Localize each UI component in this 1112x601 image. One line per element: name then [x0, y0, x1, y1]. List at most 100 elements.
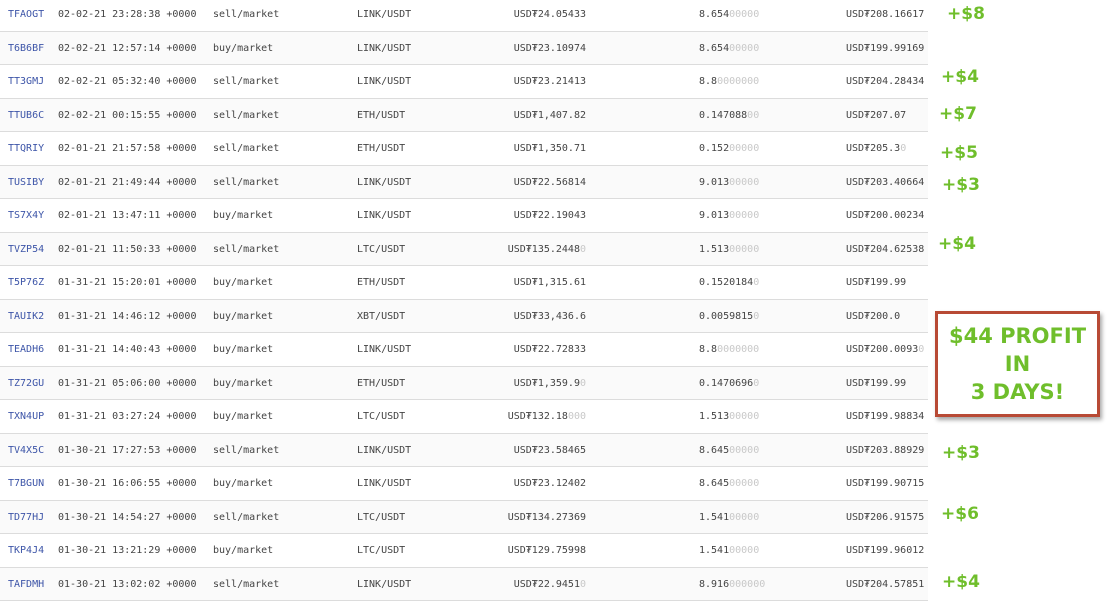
trade-pair-value: ETH/USDT — [357, 143, 405, 154]
trade-total-value: USD₮204.62538 — [846, 244, 924, 255]
trade-type: buy/market — [213, 266, 273, 299]
trade-amount-value: 8.654 — [699, 9, 729, 20]
trade-id-link-value[interactable]: TTQRIY — [8, 143, 44, 154]
trade-pair-value: LINK/USDT — [357, 177, 411, 188]
trade-id-link-value[interactable]: TTUB6C — [8, 110, 44, 121]
trade-price: USD₮22.19043 — [514, 199, 586, 232]
trade-id-link[interactable]: TTUB6C — [8, 99, 44, 132]
trade-id-link-value[interactable]: TV4X5C — [8, 445, 44, 456]
trade-type: sell/market — [213, 132, 279, 165]
trade-id-link[interactable]: TV4X5C — [8, 434, 44, 467]
trade-id-link[interactable]: TFAOGT — [8, 0, 44, 31]
trade-id-link-value[interactable]: TUSIBY — [8, 177, 44, 188]
trade-date: 01-31-21 14:40:43 +0000 — [58, 333, 196, 366]
trade-id-link[interactable]: TXN4UP — [8, 400, 44, 433]
trade-amount-trailing-zeros: 00000 — [729, 43, 759, 54]
trade-id-link[interactable]: TUSIBY — [8, 166, 44, 199]
trade-id-link-value[interactable]: TAUIK2 — [8, 311, 44, 322]
trade-type-value: sell/market — [213, 143, 279, 154]
trade-amount: 8.64500000 — [699, 467, 759, 500]
trade-id-link-value[interactable]: TKP4J4 — [8, 545, 44, 556]
trade-id-link-value[interactable]: T5P76Z — [8, 277, 44, 288]
trade-price-value: USD₮1,315.61 — [514, 277, 586, 288]
trade-id-link-value[interactable]: TVZP54 — [8, 244, 44, 255]
trade-date: 01-31-21 15:20:01 +0000 — [58, 266, 196, 299]
trade-date-value: 01-31-21 15:20:01 +0000 — [58, 277, 196, 288]
trade-type-value: buy/market — [213, 344, 273, 355]
trade-date: 01-30-21 17:27:53 +0000 — [58, 434, 196, 467]
trade-id-link-value[interactable]: TEADH6 — [8, 344, 44, 355]
trade-amount: 0.15201840 — [699, 266, 759, 299]
trade-amount-value: 0.1520184 — [699, 277, 753, 288]
trade-date-value: 02-01-21 21:49:44 +0000 — [58, 177, 196, 188]
table-row: TEADH6 01-31-21 14:40:43 +0000 buy/market L… — [0, 333, 928, 367]
trade-price-value: USD₮132.18 — [508, 411, 568, 422]
trade-price-value: USD₮135.2448 — [508, 244, 580, 255]
trade-price-value: USD₮1,350.71 — [514, 143, 586, 154]
trade-price: USD₮1,315.61 — [514, 266, 586, 299]
trade-amount-trailing-zeros: 000000 — [729, 579, 765, 590]
trade-price-value: USD₮1,359.9 — [514, 378, 580, 389]
trade-price: USD₮23.10974 — [514, 32, 586, 65]
trade-total: USD₮199.96012 — [846, 534, 924, 567]
trade-id-link-value[interactable]: T7BGUN — [8, 478, 44, 489]
trade-date: 02-01-21 21:57:58 +0000 — [58, 132, 196, 165]
trade-total: USD₮208.16617 — [846, 0, 924, 31]
table-row: T6B6BF02-02-21 12:57:14 +0000buy/marketL… — [0, 32, 928, 66]
trade-id-link[interactable]: T5P76Z — [8, 266, 44, 299]
trade-pair: XBT/USDT — [357, 300, 405, 333]
trade-amount: 1.54100000 — [699, 534, 759, 567]
trade-amount-trailing-zeros: 00000 — [729, 478, 759, 489]
profit-label: +$4 — [938, 234, 976, 254]
trade-pair-value: ETH/USDT — [357, 378, 405, 389]
trade-pair-value: LINK/USDT — [357, 210, 411, 221]
trade-id-link[interactable]: TTQRIY — [8, 132, 44, 165]
trade-date: 02-01-21 21:49:44 +0000 — [58, 166, 196, 199]
trade-date: 02-02-21 05:32:40 +0000 — [58, 65, 196, 98]
profit-label: +$6 — [941, 504, 979, 524]
trade-pair-value: LTC/USDT — [357, 244, 405, 255]
trade-total-trailing-zeros: 0 — [918, 344, 924, 355]
trade-type-value: sell/market — [213, 177, 279, 188]
trade-id-link[interactable]: TEADH6 — [8, 333, 44, 366]
profit-label: +$3 — [942, 443, 980, 463]
trade-id-link[interactable]: TD77HJ — [8, 501, 44, 534]
trade-id-link[interactable]: TKP4J4 — [8, 534, 44, 567]
trade-total-value: USD₮200.00234 — [846, 210, 924, 221]
trade-type: buy/market — [213, 367, 273, 400]
trade-id-link-value[interactable]: T6B6BF — [8, 43, 44, 54]
trade-id-link[interactable]: TAUIK2 — [8, 300, 44, 333]
trade-amount-value: 8.645 — [699, 445, 729, 456]
trade-id-link[interactable]: T6B6BF — [8, 32, 44, 65]
trade-pair-value: XBT/USDT — [357, 311, 405, 322]
trade-amount: 0.14706960 — [699, 367, 759, 400]
trade-id-link-value[interactable]: TD77HJ — [8, 512, 44, 523]
trade-price: USD₮134.27369 — [508, 501, 586, 534]
trade-amount-value: 8.654 — [699, 43, 729, 54]
trade-price-value: USD₮33,436.6 — [514, 311, 586, 322]
trade-date: 01-31-21 03:27:24 +0000 — [58, 400, 196, 433]
trade-price-trailing-zeros: 0 — [580, 378, 586, 389]
trade-type-value: sell/market — [213, 244, 279, 255]
trade-total-trailing-zeros: 0 — [900, 143, 906, 154]
trade-total: USD₮203.88929 — [846, 434, 924, 467]
trade-price-value: USD₮22.72833 — [514, 344, 586, 355]
trade-id-link[interactable]: TZ72GU — [8, 367, 44, 400]
trade-pair-value: ETH/USDT — [357, 110, 405, 121]
trade-id-link-value[interactable]: TAFDMH — [8, 579, 44, 590]
trade-id-link[interactable]: T7BGUN — [8, 467, 44, 500]
trade-id-link-value[interactable]: TXN4UP — [8, 411, 44, 422]
trade-date: 01-30-21 13:21:29 +0000 — [58, 534, 196, 567]
trade-id-link[interactable]: TT3GMJ — [8, 65, 44, 98]
trade-date: 02-02-21 00:15:55 +0000 — [58, 99, 196, 132]
table-row: TT3GMJ02-02-21 05:32:40 +0000sell/market… — [0, 65, 928, 99]
trade-id-link[interactable]: TVZP54 — [8, 233, 44, 266]
trade-id-link[interactable]: TS7X4Y — [8, 199, 44, 232]
trade-pair: ETH/USDT — [357, 99, 405, 132]
trade-id-link-value[interactable]: TS7X4Y — [8, 210, 44, 221]
trade-pair: LINK/USDT — [357, 333, 411, 366]
trade-amount-value: 8.8 — [699, 76, 717, 87]
trade-id-link-value[interactable]: TFAOGT — [8, 9, 44, 20]
trade-id-link-value[interactable]: TT3GMJ — [8, 76, 44, 87]
trade-id-link-value[interactable]: TZ72GU — [8, 378, 44, 389]
